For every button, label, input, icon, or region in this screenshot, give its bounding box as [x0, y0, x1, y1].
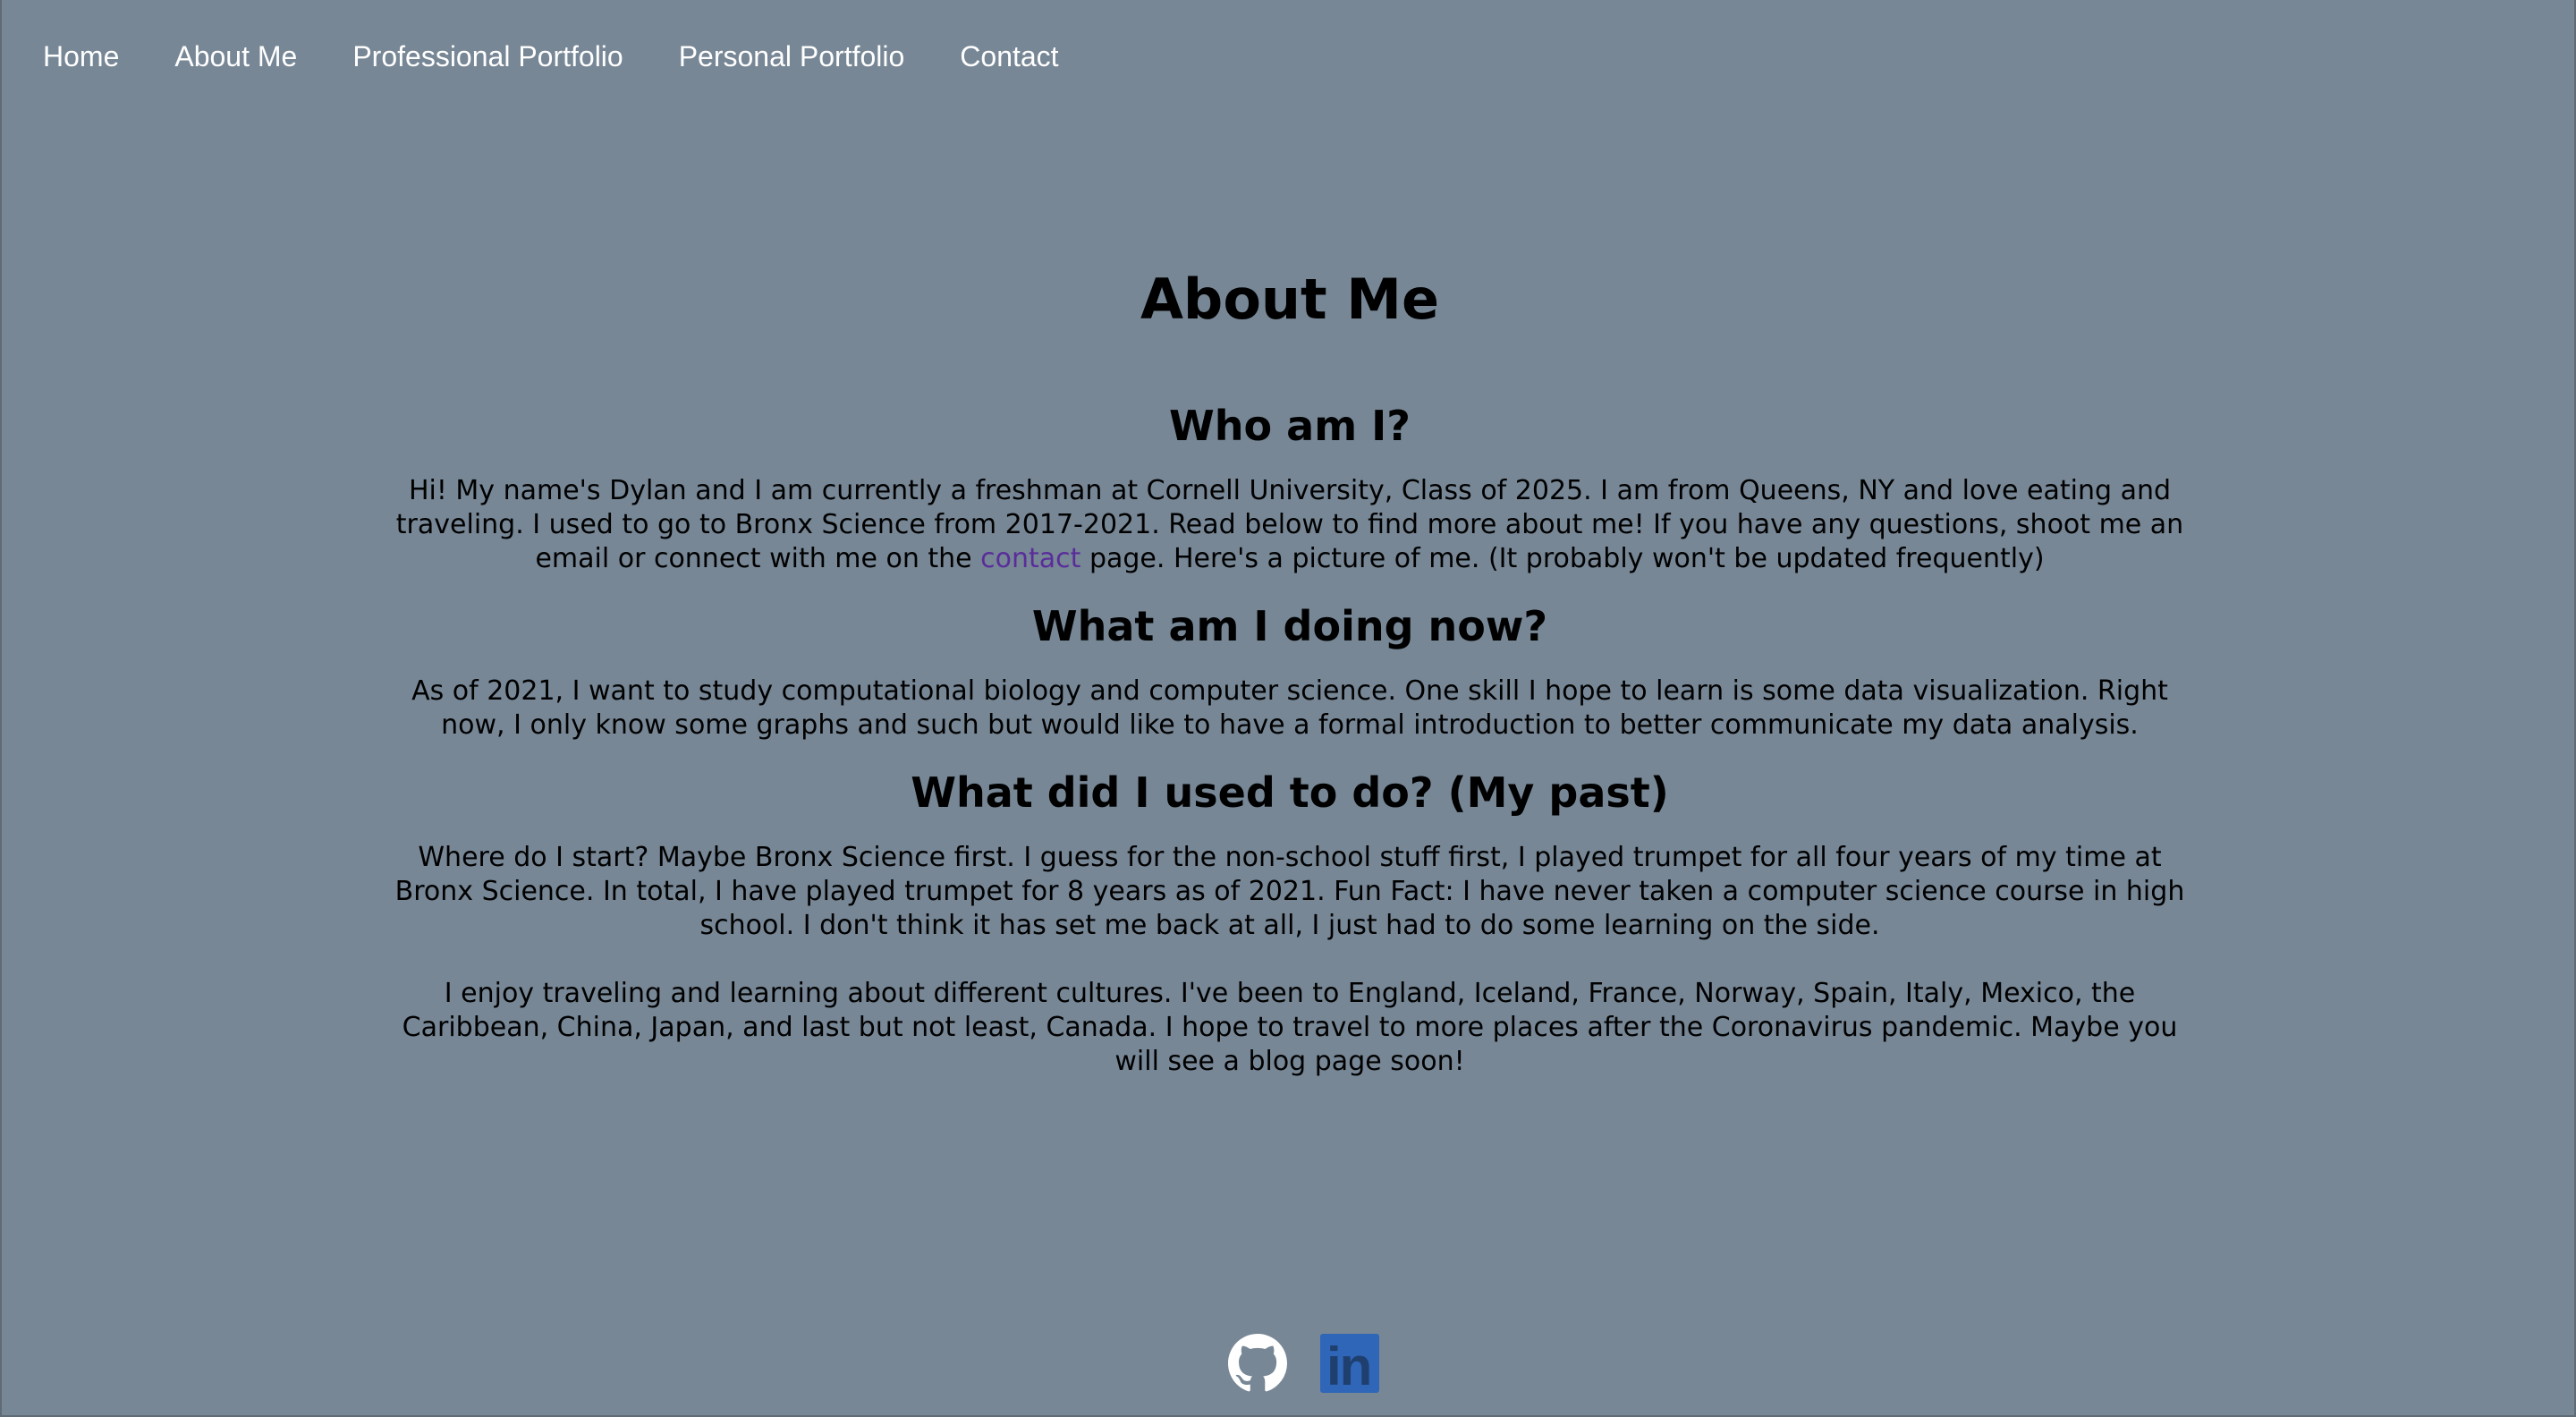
nav-home-link[interactable]: Home: [43, 32, 119, 81]
doing-now-text: As of 2021, I want to study computationa…: [411, 675, 2168, 741]
top-nav: Home About Me Professional Portfolio Per…: [43, 32, 1114, 81]
main-content: About Me Who am I? Hi! My name's Dylan a…: [377, 259, 2202, 1079]
page-title: About Me: [1140, 267, 1440, 332]
past-heading: What did I used to do? (My past): [911, 768, 1669, 817]
doing-now-heading: What am I doing now?: [1031, 602, 1548, 650]
linkedin-glyph: in: [1326, 1336, 1372, 1396]
who-am-i-text-end: page. Here's a picture of me. (It probab…: [1080, 543, 2045, 574]
doing-now-section: What am I doing now? As of 2021, I want …: [377, 598, 2202, 742]
who-am-i-heading: Who am I?: [1169, 402, 1411, 450]
github-icon[interactable]: [1227, 1333, 1288, 1394]
who-am-i-section: Who am I? Hi! My name's Dylan and I am c…: [377, 397, 2202, 576]
social-links: in: [1227, 1333, 1379, 1396]
nav-professional-portfolio-link[interactable]: Professional Portfolio: [352, 32, 623, 81]
nav-personal-portfolio-link[interactable]: Personal Portfolio: [679, 32, 905, 81]
nav-about-me-link[interactable]: About Me: [174, 32, 297, 81]
nav-contact-link[interactable]: Contact: [960, 32, 1058, 81]
past-section: What did I used to do? (My past) Where d…: [377, 764, 2202, 1079]
linkedin-icon[interactable]: in: [1320, 1334, 1379, 1396]
past-text-2: I enjoy traveling and learning about dif…: [402, 978, 2178, 1077]
contact-link[interactable]: contact: [980, 543, 1080, 574]
who-am-i-text: Hi! My name's Dylan and I am currently a…: [377, 474, 2202, 576]
past-text-1: Where do I start? Maybe Bronx Science fi…: [394, 842, 2185, 941]
